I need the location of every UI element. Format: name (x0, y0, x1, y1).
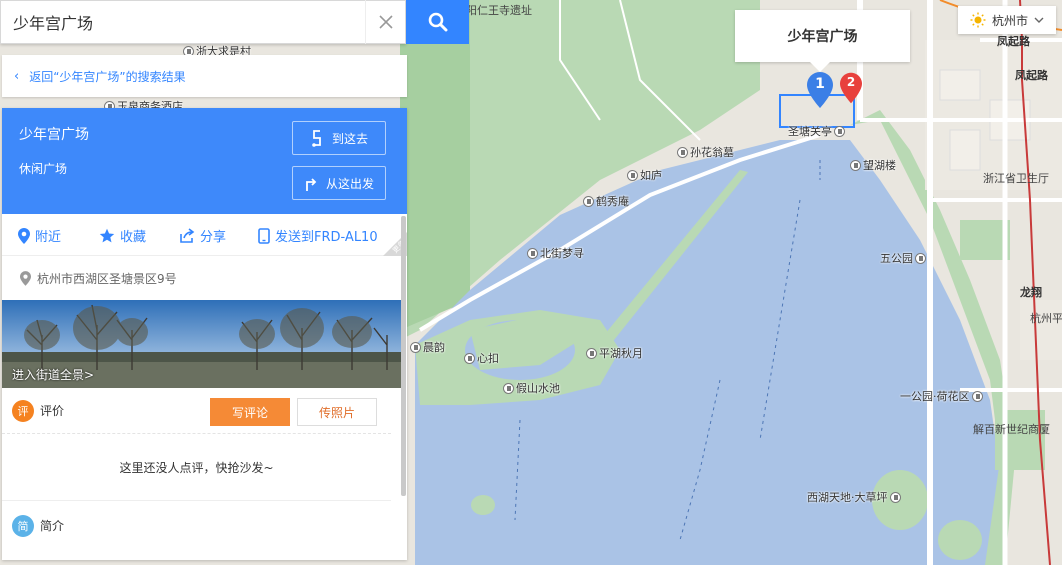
poi-icon (410, 341, 421, 353)
map-poi[interactable]: 如庐 (627, 167, 662, 183)
marker-number: 1 (815, 76, 825, 92)
location-pin-icon (18, 227, 30, 244)
place-type: 休闲广场 (19, 162, 68, 176)
back-to-results-link[interactable]: ‹ 返回“少年宫广场”的搜索结果 (2, 55, 407, 97)
upload-photo-button[interactable]: 传照片 (297, 398, 377, 426)
map-poi[interactable]: 望湖楼 (850, 157, 896, 173)
city-name: 杭州市 (992, 13, 1029, 28)
phone-icon (258, 227, 270, 244)
favorite-button[interactable]: 收藏 (99, 226, 146, 245)
chevron-down-icon (1034, 17, 1044, 23)
intro-label: 简介 (40, 519, 65, 533)
route-from-here-button[interactable]: 从这出发 (292, 166, 386, 200)
map-poi[interactable]: 孙花翁墓 (677, 144, 734, 160)
intro-tag-icon: 简 (12, 514, 34, 537)
map-poi[interactable]: 一公园·荷花区 (900, 388, 983, 404)
map-marker-1[interactable]: 1 (807, 72, 833, 112)
chevron-left-icon: ‹ (14, 68, 20, 84)
panel-scrollbar[interactable] (401, 216, 406, 496)
place-header: 少年宫广场 休闲广场 到这去 从这出发 (2, 108, 407, 214)
poi-icon (889, 491, 901, 503)
send-to-phone-button[interactable]: 发送到FRD-AL10 (258, 226, 378, 245)
map-poi[interactable]: 鹤秀庵 (583, 193, 629, 209)
poi-icon (464, 352, 475, 364)
poi-icon (627, 169, 638, 181)
nearby-button[interactable]: 附近 (18, 226, 61, 245)
route-to-label: 到这去 (331, 131, 368, 146)
poi-icon (834, 125, 845, 137)
marker-number: 2 (846, 75, 856, 89)
map-label: 杭州平 (1030, 312, 1062, 325)
poi-icon (583, 195, 594, 207)
intro-section-header[interactable]: 简 简介 (2, 500, 391, 550)
metro-label: 龙翔 (1020, 286, 1042, 299)
map-poi[interactable]: 晨韵 (410, 339, 445, 355)
search-input[interactable] (1, 12, 365, 32)
poi-icon (915, 252, 926, 264)
poi-icon (527, 247, 538, 259)
address-row: 杭州市西湖区圣塘景区9号 (2, 256, 407, 300)
city-selector[interactable]: 杭州市 (958, 6, 1056, 34)
search-bar (0, 0, 470, 44)
map-label: 解百新世纪商厦 (973, 423, 1050, 436)
map-poi[interactable]: 假山水池 (503, 380, 560, 396)
metro-label: 凤起路 (1015, 69, 1048, 82)
search-button[interactable] (406, 0, 469, 44)
place-name: 少年宫广场 (19, 127, 89, 143)
info-window-title: 少年宫广场 (787, 29, 858, 45)
streetview-thumbnail[interactable]: 进入街道全景> (2, 300, 401, 388)
action-bar: 附近 收藏 分享 发送到FRD-AL10 更多 (2, 214, 407, 256)
review-section-header: 评 评价 写评论 传照片 (2, 388, 391, 434)
star-icon (99, 228, 115, 242)
streetview-label: 进入街道全景> (12, 368, 95, 382)
location-pin-icon (20, 270, 31, 286)
map-info-window[interactable]: 少年宫广场 (735, 10, 910, 72)
sun-icon (970, 12, 986, 28)
clear-button[interactable] (365, 0, 405, 44)
empty-review-text: 这里还没人点评，快抢沙发~ (119, 460, 274, 475)
map-poi[interactable]: 圣塘关亭 (788, 123, 845, 139)
map-label: 阳仁王寺遗址 (466, 4, 532, 17)
metro-label: 凤起路 (997, 35, 1030, 48)
share-button[interactable]: 分享 (179, 226, 226, 245)
map-poi[interactable]: 平湖秋月 (586, 345, 643, 361)
close-icon (378, 15, 393, 29)
map-marker-2[interactable]: 2 (840, 72, 862, 108)
map-label: 浙江省卫生厅 (983, 172, 1049, 185)
map-poi[interactable]: 五公园 (880, 250, 926, 266)
poi-icon (850, 159, 861, 171)
place-detail-panel: 少年宫广场 休闲广场 到这去 从这出发 附近 收藏 分享 发送到FRD-AL10… (2, 108, 407, 560)
search-icon (428, 12, 447, 32)
review-tag-icon: 评 (12, 399, 34, 422)
review-label: 评价 (40, 404, 65, 418)
route-to-here-button[interactable]: 到这去 (292, 121, 386, 155)
write-review-button[interactable]: 写评论 (210, 398, 290, 426)
route-from-label: 从这出发 (325, 176, 374, 191)
route-to-icon (312, 130, 321, 147)
map-poi[interactable]: 心扣 (464, 350, 499, 366)
poi-icon (503, 382, 514, 394)
poi-icon (677, 146, 688, 158)
poi-icon (971, 390, 983, 402)
poi-icon (586, 347, 597, 359)
address-text: 杭州市西湖区圣塘景区9号 (37, 271, 177, 286)
route-from-icon (306, 178, 317, 191)
back-label: 返回“少年宫广场”的搜索结果 (29, 69, 186, 84)
map-poi[interactable]: 西湖天地·大草坪 (807, 489, 901, 505)
share-icon (180, 227, 195, 243)
map-poi[interactable]: 北街梦寻 (527, 245, 584, 261)
search-box (0, 0, 406, 44)
